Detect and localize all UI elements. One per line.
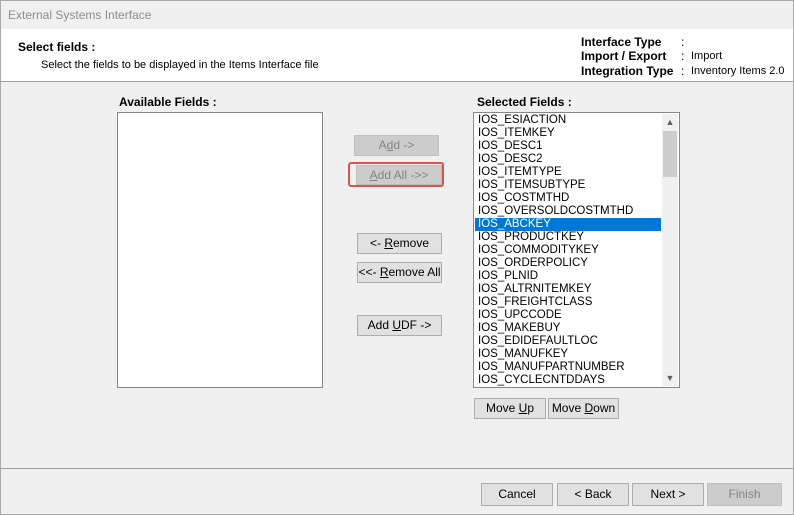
title-bar: External Systems Interface bbox=[1, 1, 793, 29]
list-item[interactable]: IOS_FREIGHTCLASS bbox=[475, 296, 661, 309]
list-item[interactable]: IOS_ORDERPOLICY bbox=[475, 257, 661, 270]
remove-label-accel: R bbox=[384, 236, 393, 250]
list-item[interactable]: IOS_OVERSOLDCOSTMTHD bbox=[475, 205, 661, 218]
add-udf-button[interactable]: Add UDF -> bbox=[357, 315, 442, 336]
list-item[interactable]: IOS_COSTMTHD bbox=[475, 192, 661, 205]
move-down-label-accel: D bbox=[584, 401, 594, 415]
list-item[interactable]: IOS_ESIACTION bbox=[475, 114, 661, 127]
add-button-label-post: d -> bbox=[393, 138, 415, 152]
list-item[interactable]: IOS_ITEMSUBTYPE bbox=[475, 179, 661, 192]
available-fields-label: Available Fields : bbox=[119, 95, 217, 109]
next-button[interactable]: Next > bbox=[632, 483, 704, 506]
remove-button[interactable]: <- Remove bbox=[357, 233, 442, 254]
remove-all-label-pre: <<- bbox=[358, 265, 380, 279]
list-item[interactable]: IOS_CYCLECNTDDAYS bbox=[475, 374, 661, 386]
scroll-thumb[interactable] bbox=[663, 131, 677, 177]
scroll-down-arrow-icon[interactable]: ▼ bbox=[662, 370, 678, 386]
remove-label-pre: <- bbox=[369, 236, 385, 250]
import-export-label: Import / Export bbox=[581, 49, 667, 63]
move-up-label-post: p bbox=[527, 401, 535, 415]
list-item[interactable]: IOS_ABCKEY bbox=[475, 218, 661, 231]
interface-type-colon: : bbox=[681, 35, 685, 49]
list-item[interactable]: IOS_ALTRNITEMKEY bbox=[475, 283, 661, 296]
add-udf-label-post: DF -> bbox=[401, 318, 432, 332]
import-export-value: Import bbox=[691, 50, 723, 62]
interface-type-label: Interface Type bbox=[581, 35, 662, 49]
remove-all-button[interactable]: <<- Remove All bbox=[357, 262, 442, 283]
list-item[interactable]: IOS_MANUFKEY bbox=[475, 348, 661, 361]
page-subtitle: Select the fields to be displayed in the… bbox=[41, 59, 319, 71]
wizard-header: Select fields : Select the fields to be … bbox=[1, 29, 793, 82]
integration-type-label: Integration Type bbox=[581, 64, 674, 78]
move-down-label-pre: Move bbox=[551, 401, 585, 415]
import-export-colon: : bbox=[681, 49, 685, 63]
back-button[interactable]: < Back bbox=[557, 483, 629, 506]
page-title: Select fields : bbox=[18, 40, 96, 54]
selected-fields-items: IOS_ESIACTION IOS_ITEMKEY IOS_DESC1 IOS_DES… bbox=[475, 114, 661, 386]
integration-type-value: Inventory Items 2.0 bbox=[691, 65, 785, 77]
add-all-label-accel: A bbox=[369, 168, 378, 182]
list-item[interactable]: IOS_COMMODITYKEY bbox=[475, 244, 661, 257]
move-up-label-pre: Move bbox=[485, 401, 519, 415]
move-down-label-post: own bbox=[593, 401, 616, 415]
list-item[interactable]: IOS_ITEMTYPE bbox=[475, 166, 661, 179]
footer-divider bbox=[1, 468, 793, 469]
window-title: External Systems Interface bbox=[8, 8, 152, 22]
add-button[interactable]: Add -> bbox=[354, 135, 439, 156]
list-item[interactable]: IOS_DESC2 bbox=[475, 153, 661, 166]
add-all-button[interactable]: Add All ->> bbox=[356, 165, 442, 185]
selected-fields-label: Selected Fields : bbox=[477, 95, 572, 109]
integration-type-colon: : bbox=[681, 64, 685, 78]
list-item[interactable]: IOS_MANUFPARTNUMBER bbox=[475, 361, 661, 374]
list-item[interactable]: IOS_PRODUCTKEY bbox=[475, 231, 661, 244]
remove-all-label-accel: R bbox=[379, 265, 389, 279]
list-item[interactable]: IOS_EDIDEFAULTLOC bbox=[475, 335, 661, 348]
add-button-label-pre: A bbox=[378, 138, 387, 152]
add-all-label-post: dd All ->> bbox=[377, 168, 429, 182]
cancel-button[interactable]: Cancel bbox=[481, 483, 553, 506]
scroll-up-arrow-icon[interactable]: ▲ bbox=[662, 114, 678, 130]
move-up-button[interactable]: Move Up bbox=[474, 398, 546, 419]
selected-fields-list[interactable]: IOS_ESIACTION IOS_ITEMKEY IOS_DESC1 IOS_DES… bbox=[473, 112, 680, 388]
list-item[interactable]: IOS_DESC1 bbox=[475, 140, 661, 153]
list-item[interactable]: IOS_MAKEBUY bbox=[475, 322, 661, 335]
list-item[interactable]: IOS_PLNID bbox=[475, 270, 661, 283]
list-item[interactable]: IOS_ITEMKEY bbox=[475, 127, 661, 140]
remove-all-label-post: emove All bbox=[388, 265, 441, 279]
available-fields-list[interactable] bbox=[117, 112, 323, 388]
finish-button[interactable]: Finish bbox=[707, 483, 782, 506]
selected-fields-scrollbar[interactable]: ▲ ▼ bbox=[662, 114, 678, 386]
move-down-button[interactable]: Move Down bbox=[548, 398, 619, 419]
add-udf-label-pre: Add bbox=[367, 318, 393, 332]
remove-label-post: emove bbox=[392, 236, 430, 250]
add-udf-label-accel: U bbox=[392, 318, 401, 332]
external-systems-window: External Systems Interface Select fields… bbox=[0, 0, 794, 515]
list-item[interactable]: IOS_UPCCODE bbox=[475, 309, 661, 322]
